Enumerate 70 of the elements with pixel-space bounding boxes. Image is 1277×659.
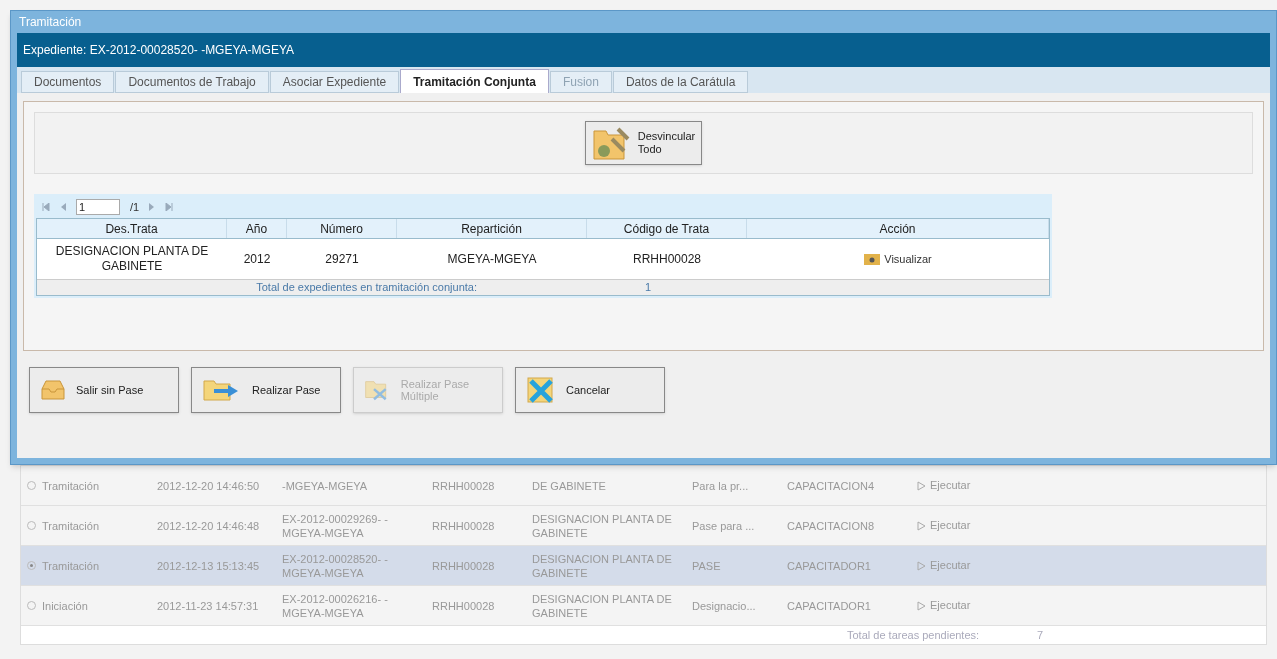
tab[interactable]: Documentos <box>21 71 115 93</box>
last-page-icon[interactable] <box>165 203 174 211</box>
column-header: Des.Trata <box>37 219 227 238</box>
task-cell-text: DESIGNACION PLANTA DE GABINETE <box>532 511 673 540</box>
task-cell-text: 2012-11-23 14:57:31 <box>157 598 260 613</box>
tab[interactable]: Tramitación Conjunta <box>400 69 549 93</box>
task-cell-text: CAPACITACION4 <box>787 478 875 493</box>
task-cell-text: Tramitación <box>42 558 101 573</box>
footer-value: 1 <box>644 280 652 296</box>
unlink-all-button[interactable]: Desvincular Todo <box>584 121 703 165</box>
column-header: Repartición <box>397 219 587 238</box>
column-header: Año <box>227 219 287 238</box>
next-page-icon[interactable] <box>149 203 156 211</box>
task-cell-text: Para la pr... <box>692 478 750 493</box>
footer-label: Total de tareas pendientes: <box>847 627 981 643</box>
play-icon <box>917 480 926 491</box>
first-page-icon[interactable] <box>42 203 50 211</box>
tab[interactable]: Documentos de Trabajo <box>115 71 269 93</box>
task-cell-text: CAPACITADOR1 <box>787 558 872 573</box>
task-cell-text: -MGEYA-MGEYA <box>282 478 369 493</box>
action-button[interactable]: Salir sin Pase <box>29 367 179 413</box>
tab[interactable]: Asociar Expediente <box>269 71 400 93</box>
task-cell-text: EX-2012-00028520- -MGEYA-MGEYA <box>282 551 389 580</box>
button-label: Desvincular <box>637 130 696 143</box>
task-cell-text: CAPACITACION8 <box>787 518 875 533</box>
task-cell-text: RRHH00028 <box>432 558 496 573</box>
task-cell-text: DESIGNACION PLANTA DE GABINETE <box>532 551 673 580</box>
task-cell-text: Designacio... <box>692 598 757 613</box>
column-header: Acción <box>747 219 1049 238</box>
footer-label: Total de expedientes en tramitación conjunta: <box>255 280 478 296</box>
task-cell-text: RRHH00028 <box>432 598 496 613</box>
table-cell-text: 29271 <box>324 251 360 267</box>
task-cell-text: Pase para ... <box>692 518 756 533</box>
column-header: Código de Trata <box>587 219 747 238</box>
task-cell-text: Tramitación <box>42 478 101 493</box>
view-link[interactable]: Visualizar <box>864 250 932 268</box>
folder-eye-icon <box>864 253 881 265</box>
task-cell-text: 2012-12-13 15:13:45 <box>157 558 261 573</box>
header-text: Expediente: EX-2012-00028520- -MGEYA-MGEYA <box>23 42 295 59</box>
inbox-icon <box>40 379 66 401</box>
play-icon <box>917 560 926 571</box>
play-icon <box>917 600 926 611</box>
task-cell-text: PASE <box>692 558 722 573</box>
task-cell-text: 2012-12-20 14:46:48 <box>157 518 261 533</box>
task-cell-text: Iniciación <box>42 598 89 613</box>
window-title: Tramitación <box>18 14 83 31</box>
button-label: Todo <box>637 143 663 156</box>
folder-x-icon <box>526 376 556 404</box>
action-button[interactable]: Cancelar <box>515 367 665 413</box>
table-cell-text: RRHH00028 <box>631 251 702 267</box>
column-header: Número <box>287 219 397 238</box>
footer-value: 7 <box>1037 627 1044 643</box>
previous-page-icon[interactable] <box>60 203 66 211</box>
task-cell-text: Tramitación <box>42 518 101 533</box>
tab[interactable]: Datos de la Carátula <box>612 71 749 93</box>
task-cell-text: 2012-12-20 14:46:50 <box>157 478 261 493</box>
play-icon <box>917 520 926 531</box>
task-cell-text: CAPACITADOR1 <box>787 598 872 613</box>
table-cell-text: MGEYA-MGEYA <box>446 251 538 267</box>
task-cell-text: RRHH00028 <box>432 478 496 493</box>
task-cell-text: DESIGNACION PLANTA DE GABINETE <box>532 591 673 620</box>
task-cell-text: EX-2012-00026216- -MGEYA-MGEYA <box>282 591 389 620</box>
task-cell-text: DE GABINETE <box>532 478 607 493</box>
table-cell-text: 2012 <box>242 251 272 267</box>
table-cell-text: DESIGNACION PLANTA DE GABINETE <box>54 244 210 274</box>
task-cell-text: EX-2012-00029269- -MGEYA-MGEYA <box>282 511 389 540</box>
page-input[interactable]: 1 <box>76 199 120 215</box>
task-cell-text: RRHH00028 <box>432 518 496 533</box>
action-button[interactable]: Realizar Pase <box>191 367 341 413</box>
page-total: /1 <box>130 199 140 215</box>
